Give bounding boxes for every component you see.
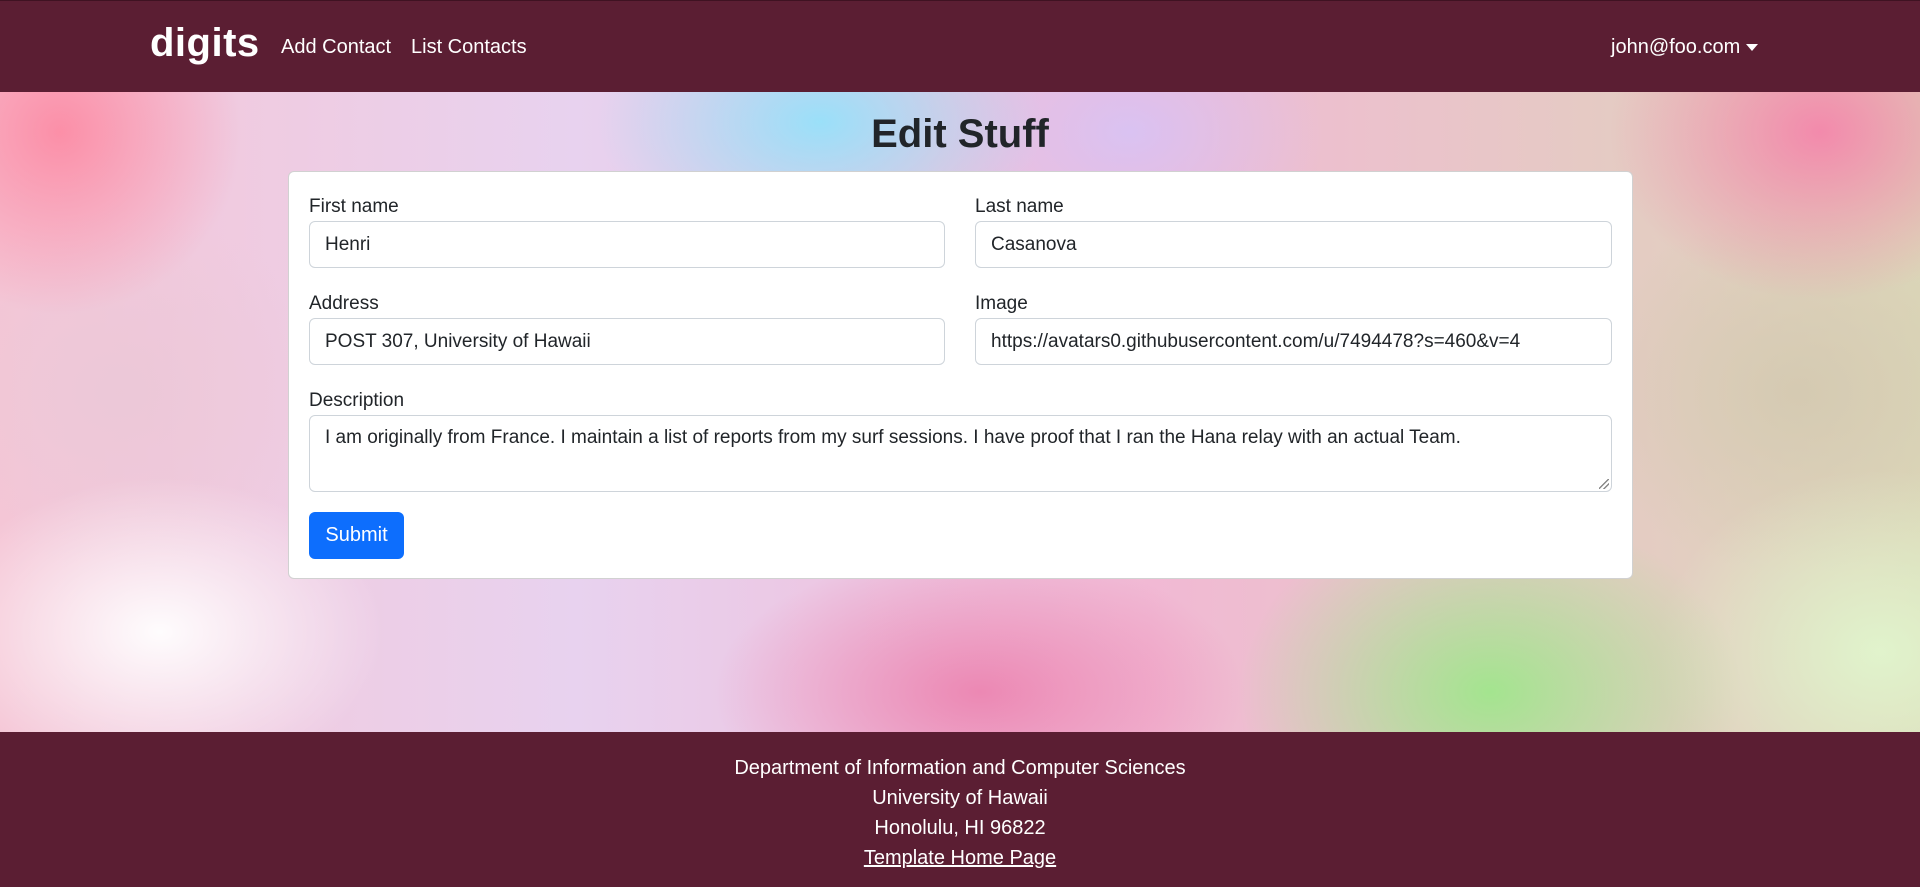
first-name-label: First name <box>309 196 399 217</box>
caret-down-icon <box>1746 44 1759 51</box>
template-home-link[interactable]: Template Home Page <box>864 847 1056 869</box>
address-label: Address <box>309 293 379 314</box>
user-email: john@foo.com <box>1611 36 1741 58</box>
last-name-label: Last name <box>975 196 1064 217</box>
nav-list-contacts[interactable]: List Contacts <box>411 36 527 59</box>
footer-university: University of Hawaii <box>872 787 1048 809</box>
last-name-input[interactable]: Casanova <box>975 221 1612 268</box>
edit-form-card: First name Henri Last name Casanova Addr… <box>288 171 1633 579</box>
first-name-input[interactable]: Henri <box>309 221 945 268</box>
resize-handle-icon[interactable] <box>1599 479 1609 489</box>
brand-logo-link[interactable]: digits <box>150 21 260 66</box>
last-name-value: Casanova <box>991 233 1077 255</box>
footer-city: Honolulu, HI 96822 <box>874 817 1046 839</box>
navbar: digits Add Contact List Contacts john@fo… <box>0 0 1920 92</box>
address-input[interactable]: POST 307, University of Hawaii <box>309 318 945 365</box>
image-url-input[interactable]: https://avatars0.githubusercontent.com/u… <box>975 318 1612 365</box>
footer: Department of Information and Computer S… <box>0 732 1920 887</box>
user-dropdown[interactable]: john@foo.com <box>1611 36 1759 59</box>
image-url-value: https://avatars0.githubusercontent.com/u… <box>991 330 1521 352</box>
footer-department: Department of Information and Computer S… <box>734 757 1186 779</box>
nav-add-contact[interactable]: Add Contact <box>281 36 391 59</box>
address-value: POST 307, University of Hawaii <box>325 330 591 352</box>
submit-button[interactable]: Submit <box>309 512 404 559</box>
description-value: I am originally from France. I maintain … <box>325 427 1461 448</box>
description-textarea[interactable]: I am originally from France. I maintain … <box>309 415 1612 492</box>
first-name-value: Henri <box>325 233 371 255</box>
image-label: Image <box>975 293 1028 314</box>
description-label: Description <box>309 390 405 411</box>
page-title: Edit Stuff <box>871 112 1049 156</box>
